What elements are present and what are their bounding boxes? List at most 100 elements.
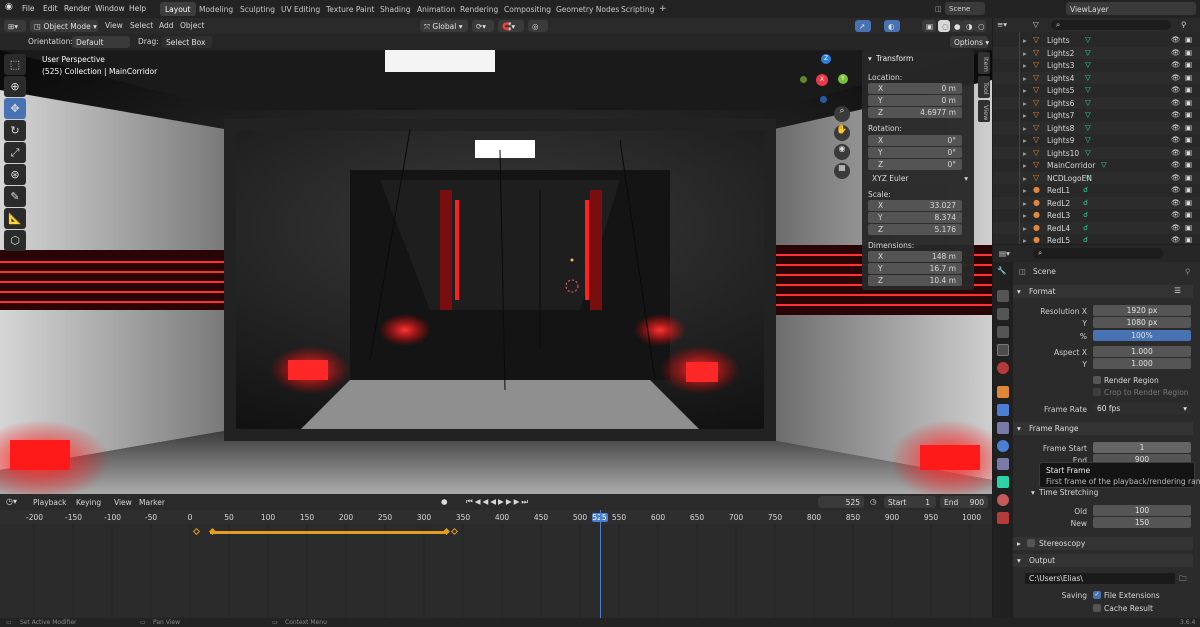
data-tab-icon[interactable] [997,476,1009,488]
camera-render-icon[interactable]: ▣ [1185,48,1192,57]
outliner-row[interactable]: ▸ ▽ Lights5 ▽ 👁 ▣ [993,84,1200,97]
menu-add[interactable]: Add [159,21,174,30]
outliner-row[interactable]: ▸ ▽ Lights8 ▽ 👁 ▣ [993,121,1200,134]
pin-icon[interactable]: ⚲ [1185,267,1191,276]
scene-selector[interactable]: ◫ Scene [935,2,985,15]
crop-region-checkbox[interactable] [1093,388,1101,396]
eye-icon[interactable]: 👁 [1171,123,1181,132]
light-data-icon[interactable]: ☌ [1083,235,1088,244]
eye-icon[interactable]: 👁 [1171,198,1181,207]
dimensions-z-field[interactable]: Z 10.4 m [868,275,962,286]
time-old-field[interactable]: 100 [1093,505,1191,516]
scene-tab-icon[interactable] [997,344,1009,356]
outliner-row[interactable]: ▸ ▽ NCDLogoEN ▽ 👁 ▣ [993,171,1200,184]
transform-tool-icon[interactable]: ⊛ [4,164,26,185]
output-tab-icon[interactable] [997,308,1009,320]
outliner-row[interactable]: ▸ ▽ Lights2 ▽ 👁 ▣ [993,46,1200,59]
tab-texture-paint[interactable]: Texture Paint [321,2,379,16]
playback-controls-icon[interactable]: ⏮◀◀◀▶▶▶⏭ [466,497,530,507]
eye-icon[interactable]: 👁 [1171,185,1181,194]
rotation-z-field[interactable]: Z 0° [868,159,962,170]
expand-icon[interactable]: ▸ [1023,199,1027,208]
light-data-icon[interactable]: ☌ [1083,210,1088,219]
eye-icon[interactable]: 👁 [1171,98,1181,107]
tab-item[interactable]: Item [978,52,990,74]
expand-icon[interactable]: ▸ [1023,149,1027,158]
outliner-row[interactable]: ▸ ● RedL4 ☌ 👁 ▣ [993,221,1200,234]
outliner-row[interactable]: ▸ ● RedL5 ☌ 👁 ▣ [993,234,1200,244]
time-stretching-collapse-icon[interactable]: ▾ [1031,488,1035,497]
tab-rendering[interactable]: Rendering [455,2,503,16]
drag-dropdown[interactable]: Select Box [162,36,212,48]
format-panel-header[interactable]: ▾ Format ☰ [1011,285,1193,298]
mesh-data-icon[interactable]: ▽ [1101,160,1107,169]
eye-icon[interactable]: 👁 [1171,160,1181,169]
expand-icon[interactable]: ▸ [1023,174,1027,183]
eye-icon[interactable]: 👁 [1171,223,1181,232]
frame-start-field[interactable]: 1 [1093,442,1191,453]
tab-layout[interactable]: Layout [160,2,196,16]
tab-sculpting[interactable]: Sculpting [235,2,280,16]
menu-edit[interactable]: Edit [43,4,58,13]
pan-hand-icon[interactable]: ✋ [834,125,850,141]
cache-result-checkbox[interactable] [1093,604,1101,612]
tab-geometry-nodes[interactable]: Geometry Nodes [551,2,624,16]
tab-animation[interactable]: Animation [412,2,460,16]
expand-icon[interactable]: ▸ [1023,224,1027,233]
gizmo-x-axis[interactable]: X [816,74,828,86]
outliner-row[interactable]: ▸ ▽ MainCorridor ▽ 👁 ▣ [993,159,1200,172]
camera-render-icon[interactable]: ▣ [1185,148,1192,157]
menu-keying[interactable]: Keying [76,498,101,507]
timeline-ruler[interactable]: -200 -150 -100 -50 0 50 100 150 200 250 300 350 400 4… [0,510,992,524]
outliner-row[interactable]: ▸ ▽ Lights10 ▽ 👁 ▣ [993,146,1200,159]
rendered-shading-icon[interactable]: ○ [974,20,986,32]
aspect-x-field[interactable]: 1.000 [1093,346,1191,357]
timeline-editor-icon[interactable]: ◷▾ [6,497,17,506]
outliner-row[interactable]: ▸ ● RedL3 ☌ 👁 ▣ [993,209,1200,222]
stereoscopy-checkbox[interactable] [1027,539,1035,547]
camera-render-icon[interactable]: ▣ [1185,85,1192,94]
frame-rate-dropdown[interactable]: 60 fps ▾ [1093,403,1191,414]
camera-render-icon[interactable]: ▣ [1185,198,1192,207]
mesh-data-icon[interactable]: ▽ [1085,73,1091,82]
expand-icon[interactable]: ▸ [1023,74,1027,83]
tab-view[interactable]: View [978,100,990,122]
outliner-editor-icon[interactable]: ≡▾ [997,20,1007,29]
scale-x-field[interactable]: X 33.027 [868,200,962,211]
frame-range-panel-header[interactable]: ▾ Frame Range [1011,422,1193,435]
location-y-field[interactable]: Y 0 m [868,95,962,106]
camera-render-icon[interactable]: ▣ [1185,185,1192,194]
gizmo-neg-z[interactable] [820,96,827,103]
resolution-x-field[interactable]: 1920 px [1093,305,1191,316]
camera-render-icon[interactable]: ▣ [1185,160,1192,169]
expand-icon[interactable]: ▸ [1023,211,1027,220]
camera-render-icon[interactable]: ▣ [1185,60,1192,69]
menu-render[interactable]: Render [64,4,91,13]
options-button[interactable]: Options ▾ [950,36,989,48]
expand-icon[interactable]: ▸ [1023,136,1027,145]
light-data-icon[interactable]: ☌ [1083,198,1088,207]
expand-icon[interactable]: ▸ [1023,124,1027,133]
wireframe-shading-icon[interactable]: ◌ [938,20,950,32]
rotation-mode-dropdown[interactable]: XYZ Euler ▾ [868,173,972,184]
cursor-tool-icon[interactable]: ⊕ [4,76,26,97]
rotate-tool-icon[interactable]: ↻ [4,120,26,141]
location-x-field[interactable]: X 0 m [868,83,962,94]
light-data-icon[interactable]: ☌ [1083,185,1088,194]
resolution-y-field[interactable]: 1080 px [1093,317,1191,328]
view-layer-tab-icon[interactable] [997,326,1009,338]
output-path-input[interactable]: C:\Users\Elias\ [1025,573,1175,584]
mesh-data-icon[interactable]: ▽ [1085,85,1091,94]
modifier-tab-icon[interactable] [997,404,1009,416]
expand-icon[interactable]: ▸ [1023,111,1027,120]
expand-icon[interactable]: ▸ [1023,161,1027,170]
camera-render-icon[interactable]: ▣ [1185,223,1192,232]
eye-icon[interactable]: 👁 [1171,110,1181,119]
outliner-row[interactable]: ▸ ▽ Lights3 ▽ 👁 ▣ [993,59,1200,72]
menu-view[interactable]: View [105,21,123,30]
outliner-row[interactable]: ▸ ▽ Lights6 ▽ 👁 ▣ [993,96,1200,109]
mesh-data-icon[interactable]: ▽ [1085,173,1091,182]
tab-compositing[interactable]: Compositing [499,2,556,16]
mode-dropdown[interactable]: ◳ Object Mode ▾ [30,20,98,32]
mesh-data-icon[interactable]: ▽ [1085,35,1091,44]
